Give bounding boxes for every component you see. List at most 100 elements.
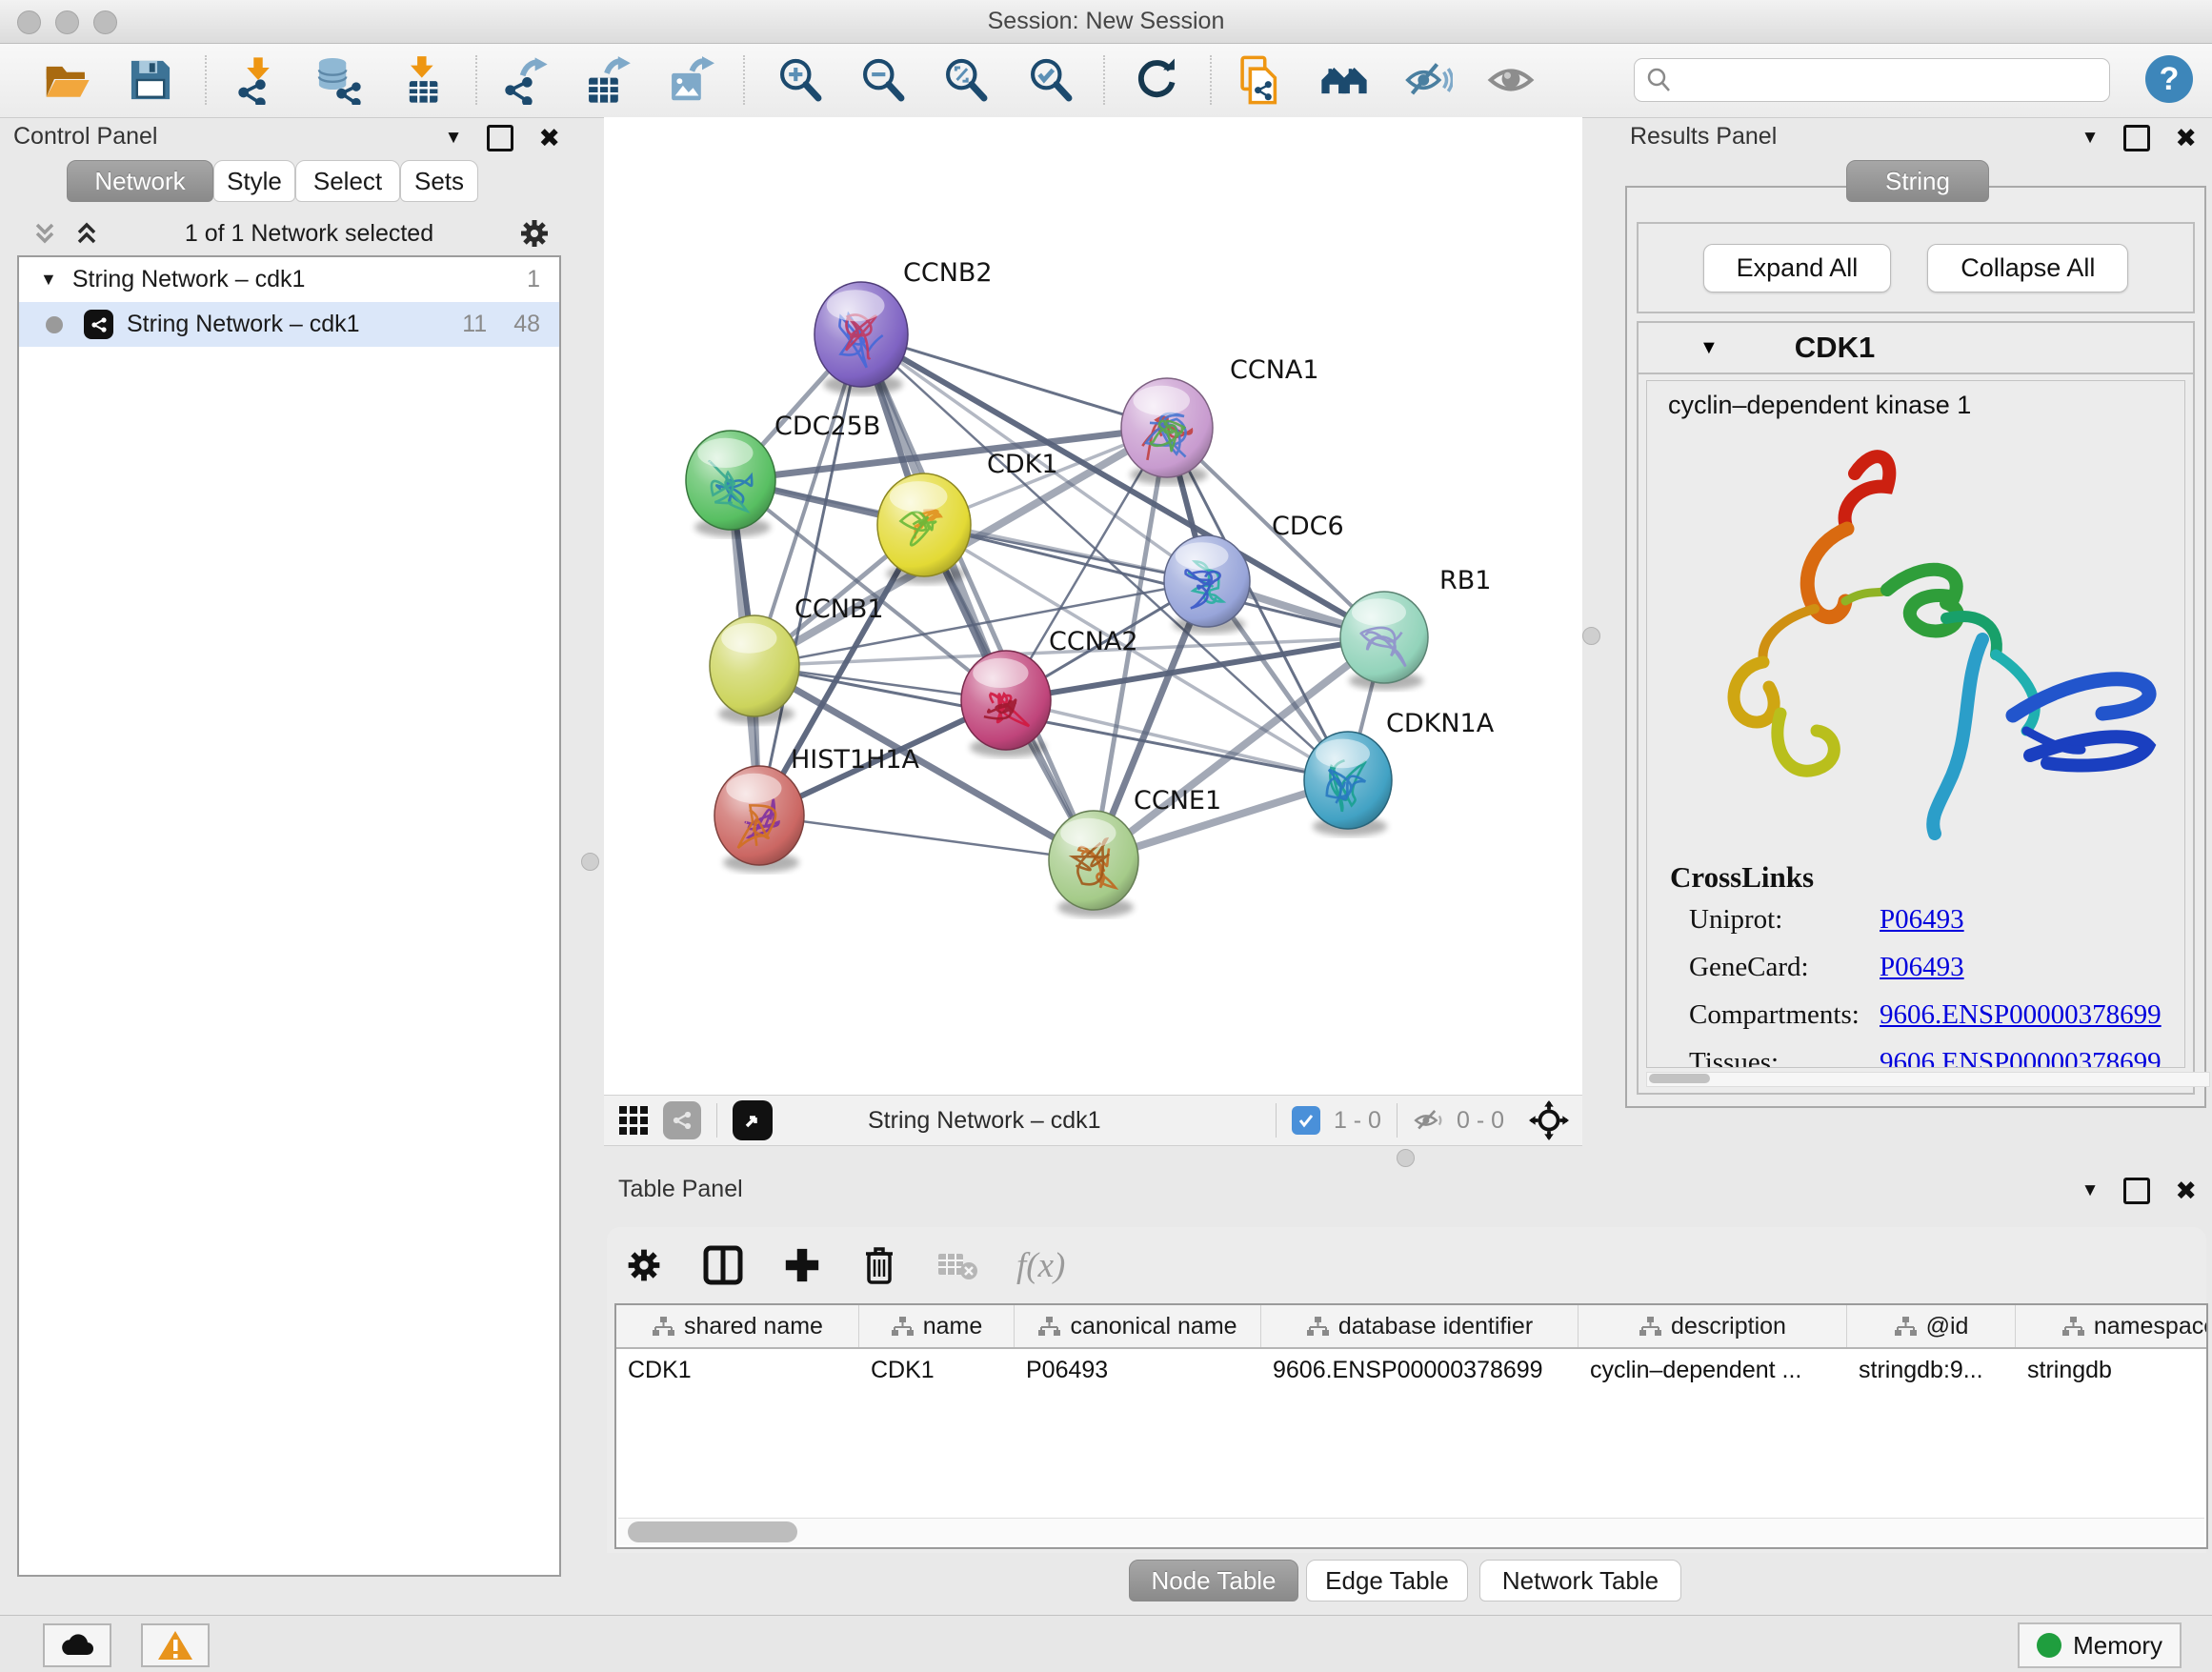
network-view-canvas[interactable]: CCNB2CCNA1CDC25BCDK1CDC6RB1CCNB1CCNA2CDK…	[604, 117, 1582, 1095]
tissues-link[interactable]: 9606.ENSP00000378699	[1880, 1047, 2162, 1068]
cloud-status-button[interactable]	[43, 1623, 111, 1667]
show-all-button[interactable]	[1484, 53, 1538, 107]
network-share-icon[interactable]	[663, 1101, 701, 1139]
genecard-link[interactable]: P06493	[1880, 952, 1964, 983]
expand-all-button[interactable]: Expand All	[1703, 244, 1892, 292]
expand-all-icon[interactable]	[72, 219, 101, 248]
zoom-in-button[interactable]	[774, 53, 827, 107]
export-network-button[interactable]	[498, 53, 552, 107]
network-node-CCNE1[interactable]	[1049, 811, 1138, 910]
network-options-gear-icon[interactable]	[517, 216, 552, 251]
help-button[interactable]: ?	[2145, 55, 2193, 103]
tab-style[interactable]: Style	[213, 160, 295, 202]
column-header-description[interactable]: description	[1579, 1305, 1847, 1347]
right-splitter-handle[interactable]	[1582, 627, 1600, 645]
bottom-splitter-handle[interactable]	[1397, 1149, 1415, 1167]
tab-edge-table[interactable]: Edge Table	[1306, 1560, 1468, 1601]
string-network-graph[interactable]: CCNB2CCNA1CDC25BCDK1CDC6RB1CCNB1CCNA2CDK…	[604, 117, 1582, 1095]
network-edge-count: 48	[513, 311, 540, 338]
table-panel-float-icon[interactable]	[2123, 1178, 2150, 1204]
table-settings-gear-icon[interactable]	[624, 1245, 664, 1285]
zoom-selected-button[interactable]	[1024, 53, 1077, 107]
search-box[interactable]	[1634, 58, 2110, 102]
zoom-out-button[interactable]	[856, 53, 910, 107]
apply-layout-button[interactable]	[1130, 53, 1183, 107]
network-node-CCNB1[interactable]	[710, 615, 799, 716]
network-node-CCNA2[interactable]	[961, 651, 1051, 750]
table-horizontal-scrollbar[interactable]	[618, 1518, 2204, 1545]
network-node-CDKN1A[interactable]	[1304, 732, 1392, 829]
results-panel-float-icon[interactable]	[2123, 125, 2150, 151]
collapse-all-button[interactable]: Collapse All	[1927, 244, 2128, 292]
export-network-icon	[500, 55, 550, 105]
tab-network[interactable]: Network	[67, 160, 213, 202]
node-table[interactable]: shared namenamecanonical namedatabase id…	[614, 1303, 2208, 1549]
memory-button[interactable]: Memory	[2018, 1622, 2182, 1668]
node-label-CDC25B: CDC25B	[774, 412, 880, 441]
control-panel-title: Control Panel	[13, 123, 157, 151]
network-node-CDK1[interactable]	[877, 473, 971, 576]
delete-column-trash-icon[interactable]	[860, 1244, 898, 1286]
results-panel-menu-icon[interactable]: ▼	[2081, 128, 2100, 149]
network-node-RB1[interactable]	[1340, 592, 1428, 683]
table-panel-close-icon[interactable]: ✖	[2175, 1178, 2197, 1204]
show-columns-icon[interactable]	[702, 1244, 744, 1286]
table-row[interactable]: CDK1CDK1P064939606.ENSP00000378699cyclin…	[616, 1349, 2206, 1391]
delete-table-icon	[936, 1248, 978, 1282]
save-session-button[interactable]	[124, 53, 177, 107]
control-panel-close-icon[interactable]: ✖	[538, 126, 560, 151]
selected-checkbox-icon[interactable]	[1292, 1106, 1320, 1135]
tab-node-table[interactable]: Node Table	[1129, 1560, 1298, 1601]
tab-select[interactable]: Select	[295, 160, 400, 202]
compartments-link[interactable]: 9606.ENSP00000378699	[1880, 999, 2162, 1031]
column-header-namespace[interactable]: namespace	[2016, 1305, 2208, 1347]
table-panel-title: Table Panel	[618, 1176, 743, 1203]
export-table-button[interactable]	[580, 53, 633, 107]
table-panel-menu-icon[interactable]: ▼	[2081, 1180, 2100, 1201]
network-node-CDC6[interactable]	[1164, 535, 1250, 627]
tab-string[interactable]: String	[1846, 160, 1989, 202]
collapse-all-icon[interactable]	[30, 219, 59, 248]
column-header-sharedname[interactable]: shared name	[616, 1305, 859, 1347]
control-panel-menu-icon[interactable]: ▼	[445, 128, 463, 149]
node-label-HIST1H1A: HIST1H1A	[791, 745, 920, 775]
import-network-file-button[interactable]	[231, 53, 285, 107]
first-neighbors-button[interactable]	[1317, 53, 1371, 107]
column-header-canonicalname[interactable]: canonical name	[1015, 1305, 1261, 1347]
add-column-plus-icon[interactable]	[782, 1245, 822, 1285]
hide-selected-button[interactable]	[1401, 53, 1455, 107]
table-panel: Table Panel ▼ ✖ f(x)	[607, 1174, 2212, 1615]
network-node-CCNB2[interactable]	[814, 282, 908, 387]
left-splitter-handle[interactable]	[581, 853, 599, 871]
network-node-HIST1H1A[interactable]	[714, 766, 804, 865]
results-horizontal-scrollbar[interactable]	[1646, 1072, 2210, 1087]
zoom-selected-icon	[1026, 55, 1076, 105]
import-table-icon	[398, 55, 448, 105]
fit-content-crosshair-icon[interactable]	[1529, 1100, 1569, 1140]
zoom-fit-button[interactable]	[939, 53, 993, 107]
network-node-CDC25B[interactable]	[686, 431, 775, 530]
column-header-databaseidentifier[interactable]: database identifier	[1261, 1305, 1579, 1347]
column-header-name[interactable]: name	[859, 1305, 1015, 1347]
scrollbar-thumb[interactable]	[628, 1521, 797, 1542]
column-header-id[interactable]: @id	[1847, 1305, 2016, 1347]
clone-network-button[interactable]	[1234, 53, 1287, 107]
network-collection-row[interactable]: ▼ String Network – cdk1 1	[19, 257, 559, 302]
network-node-CCNA1[interactable]	[1121, 378, 1213, 477]
open-session-button[interactable]	[40, 53, 93, 107]
warnings-button[interactable]	[141, 1623, 210, 1667]
grid-view-icon[interactable]	[617, 1104, 650, 1137]
import-network-database-button[interactable]	[312, 53, 365, 107]
network-row-selected[interactable]: String Network – cdk1 11 48	[19, 302, 559, 347]
import-table-file-button[interactable]	[396, 53, 450, 107]
control-panel-float-icon[interactable]	[487, 125, 513, 151]
column-type-icon	[1894, 1316, 1917, 1337]
tab-sets[interactable]: Sets	[400, 160, 478, 202]
uniprot-link[interactable]: P06493	[1880, 904, 1964, 936]
results-panel-close-icon[interactable]: ✖	[2175, 126, 2197, 151]
search-input[interactable]	[1680, 66, 2109, 94]
gene-collapse-icon[interactable]: ▼	[1699, 337, 1719, 359]
birds-eye-view-icon[interactable]	[733, 1100, 773, 1140]
tab-network-table[interactable]: Network Table	[1479, 1560, 1681, 1601]
export-image-button[interactable]	[663, 53, 716, 107]
